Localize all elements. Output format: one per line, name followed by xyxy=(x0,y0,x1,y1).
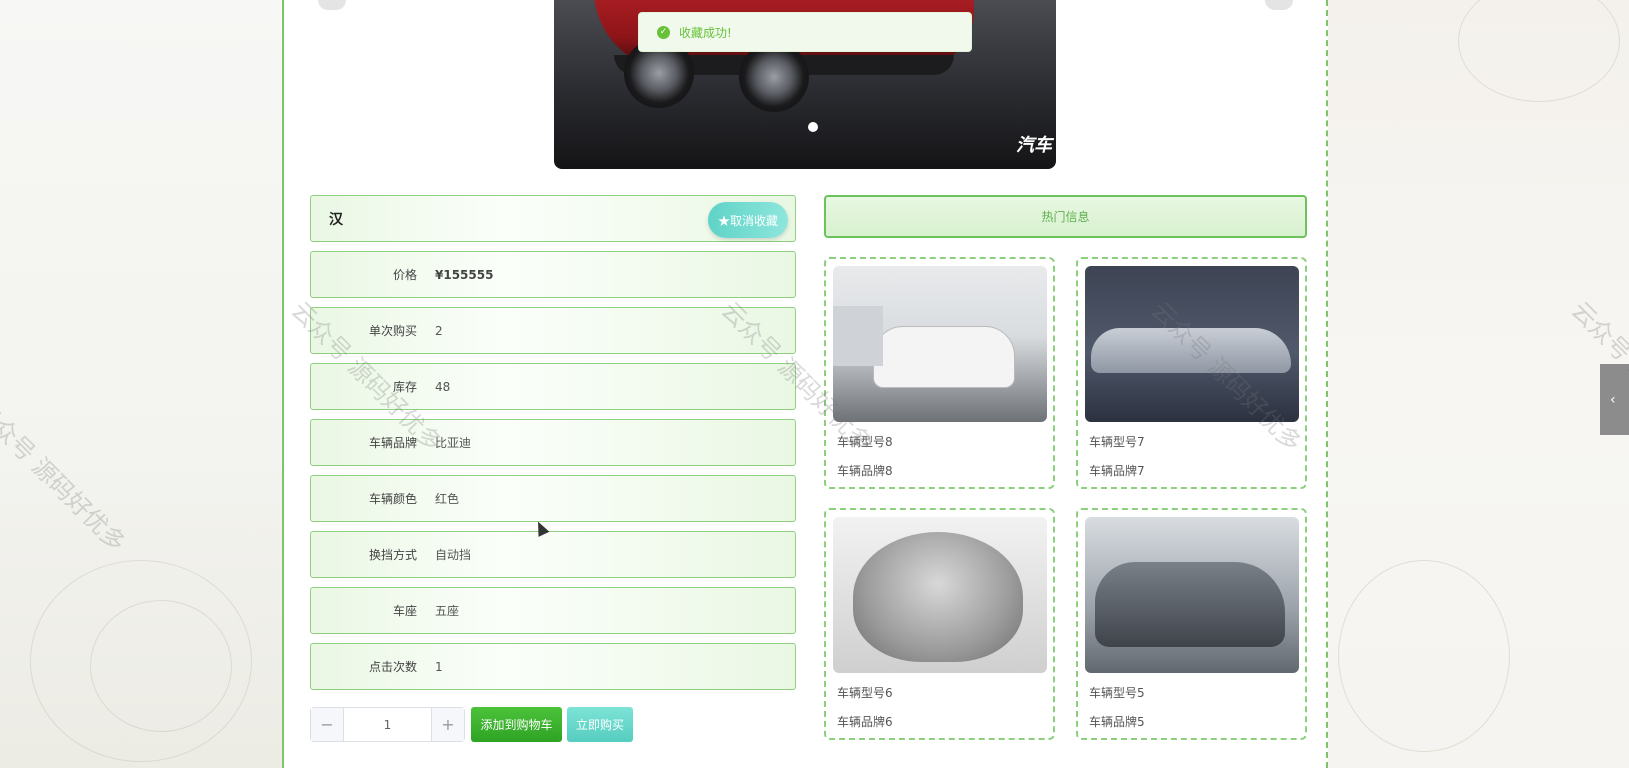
buy-now-button[interactable]: 立即购买 xyxy=(567,707,633,742)
field-label: 点击次数 xyxy=(368,660,417,674)
field-value: 48 xyxy=(435,379,451,394)
field-label: 车座 xyxy=(392,604,417,618)
car-thumbnail[interactable] xyxy=(833,266,1047,422)
hot-item-model: 车辆型号7 xyxy=(1089,435,1145,449)
hot-item-brand: 车辆品牌7 xyxy=(1089,464,1145,478)
quantity-stepper: − + xyxy=(310,707,465,742)
quantity-decrease-button[interactable]: − xyxy=(311,708,344,741)
right-background xyxy=(1328,0,1629,768)
hot-item-card[interactable]: 车辆型号7 车辆品牌7 xyxy=(1076,257,1307,489)
field-row-color: 车辆颜色 红色 xyxy=(310,475,796,522)
quantity-input[interactable] xyxy=(344,708,431,741)
field-value: 红色 xyxy=(435,492,460,506)
car-image xyxy=(1091,328,1291,373)
field-label: 车辆颜色 xyxy=(368,492,417,506)
flower-decoration xyxy=(90,600,232,732)
field-label: 单次购买 xyxy=(368,324,417,338)
hot-item-model: 车辆型号5 xyxy=(1089,686,1145,700)
flower-decoration xyxy=(1338,560,1510,752)
quantity-increase-button[interactable]: + xyxy=(431,708,464,741)
hot-item-card[interactable]: 车辆型号8 车辆品牌8 xyxy=(824,257,1055,489)
field-row-clicks: 点击次数 1 xyxy=(310,643,796,690)
field-value: 自动挡 xyxy=(435,548,472,562)
chevron-left-icon: ‹ xyxy=(1610,391,1616,408)
field-value: 比亚迪 xyxy=(435,436,472,450)
hot-item-model: 车辆型号6 xyxy=(837,686,893,700)
hot-item-brand: 车辆品牌5 xyxy=(1089,715,1145,729)
carousel-indicator-dot[interactable] xyxy=(808,122,818,132)
field-label: 库存 xyxy=(392,380,417,394)
field-row-brand: 车辆品牌 比亚迪 xyxy=(310,419,796,466)
field-value: ¥155555 xyxy=(435,267,494,282)
field-row-price: 价格 ¥155555 xyxy=(310,251,796,298)
field-value: 2 xyxy=(435,323,443,338)
field-label: 换挡方式 xyxy=(368,548,417,562)
field-label: 车辆品牌 xyxy=(368,436,417,450)
field-value: 1 xyxy=(435,659,443,674)
hot-item-brand: 车辆品牌8 xyxy=(837,464,893,478)
background-car xyxy=(833,306,883,366)
product-name: 汉 xyxy=(329,211,343,228)
field-value: 五座 xyxy=(435,604,460,618)
side-drawer-toggle[interactable]: ‹ xyxy=(1600,364,1629,435)
success-toast: ✓ 收藏成功! xyxy=(638,12,972,52)
unfavorite-button[interactable]: ★取消收藏 xyxy=(708,202,788,238)
hot-item-card[interactable]: 车辆型号5 车辆品牌5 xyxy=(1076,508,1307,740)
field-label: 价格 xyxy=(392,268,417,282)
car-thumbnail[interactable] xyxy=(1085,266,1299,422)
car-image xyxy=(853,532,1023,662)
car-thumbnail[interactable] xyxy=(1085,517,1299,673)
field-row-purchase-limit: 单次购买 2 xyxy=(310,307,796,354)
hot-item-brand: 车辆品牌6 xyxy=(837,715,893,729)
car-image xyxy=(873,326,1015,388)
hot-item-card[interactable]: 车辆型号6 车辆品牌6 xyxy=(824,508,1055,740)
car-image xyxy=(1095,562,1285,647)
left-background xyxy=(0,0,282,768)
field-row-stock: 库存 48 xyxy=(310,363,796,410)
hot-info-header: 热门信息 xyxy=(824,195,1307,238)
car-thumbnail[interactable] xyxy=(833,517,1047,673)
carousel-watermark: 汽车 xyxy=(1016,135,1052,156)
add-to-cart-button[interactable]: 添加到购物车 xyxy=(471,707,562,742)
field-row-seats: 车座 五座 xyxy=(310,587,796,634)
flower-decoration xyxy=(1458,0,1620,102)
toast-message: 收藏成功! xyxy=(679,25,732,40)
check-circle-icon: ✓ xyxy=(657,25,670,39)
hot-item-model: 车辆型号8 xyxy=(837,435,893,449)
product-title-row: 汉 ★取消收藏 xyxy=(310,195,796,242)
field-row-transmission: 换挡方式 自动挡 xyxy=(310,531,796,578)
car-wheel xyxy=(739,42,809,112)
